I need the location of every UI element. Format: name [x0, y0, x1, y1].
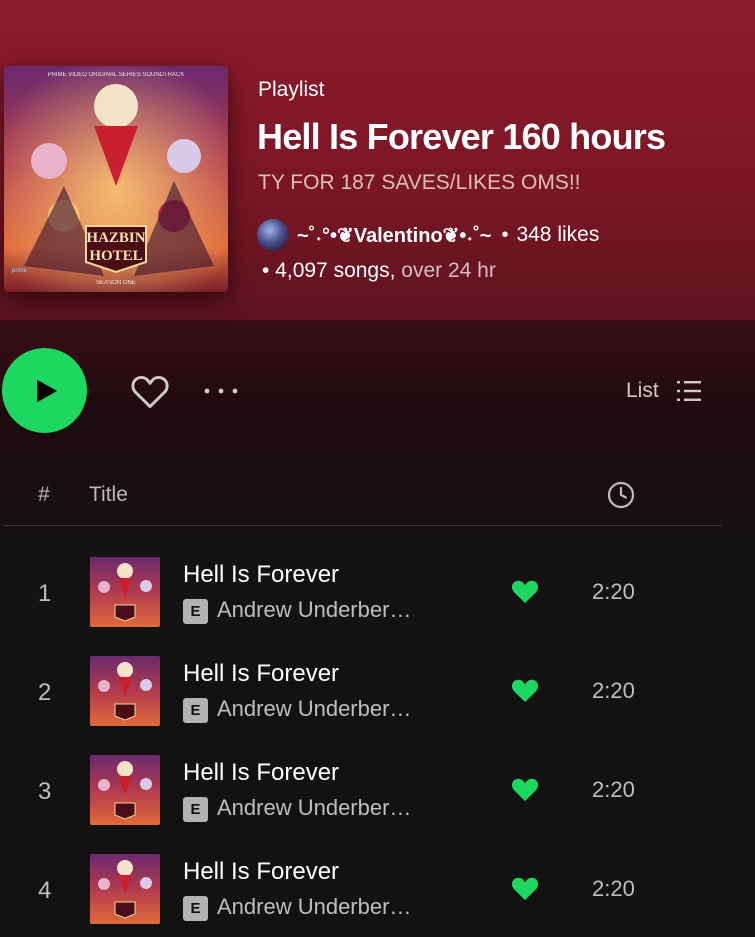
likes-count: 348 likes: [516, 223, 600, 246]
explicit-badge: E: [183, 599, 208, 624]
songs-count: • 4,097 songs,: [262, 259, 396, 282]
track-album-art: [90, 557, 160, 627]
track-number: 2: [38, 679, 52, 706]
track-duration: 2:20: [592, 777, 635, 802]
track-row[interactable]: 1 Hell Is Forever E Andrew Underber… 2:20: [0, 557, 755, 647]
explicit-badge: E: [183, 896, 208, 921]
total-duration: over 24 hr: [395, 259, 496, 282]
track-artist-link[interactable]: Andrew Underber…: [217, 597, 411, 623]
liked-heart-icon[interactable]: [508, 773, 542, 805]
track-title[interactable]: Hell Is Forever: [183, 858, 339, 886]
save-to-library-button[interactable]: [128, 369, 172, 413]
track-number: 1: [38, 580, 52, 607]
play-icon: [36, 379, 57, 402]
explicit-badge: E: [183, 698, 208, 723]
playlist-type-label: Playlist: [258, 78, 325, 101]
list-view-icon: [676, 381, 701, 401]
cover-logo-line1: HAZBIN: [86, 230, 145, 246]
track-duration: 2:20: [592, 876, 635, 901]
playlist-owner-row: ~˚˖°•❦Valentino❦•˖˚~ • 348 likes: [257, 217, 599, 253]
owner-avatar[interactable]: [257, 219, 289, 251]
track-number: 3: [38, 778, 52, 805]
track-row[interactable]: 3 Hell Is Forever E Andrew Underber… 2:20: [0, 755, 755, 845]
playlist-title: Hell Is Forever 160 hours: [257, 116, 666, 157]
clock-icon: [607, 481, 635, 509]
meta-separator: •: [501, 223, 509, 246]
heart-outline-icon: [131, 375, 169, 409]
cover-logo-line2: HOTEL: [89, 248, 142, 264]
liked-heart-icon[interactable]: [508, 872, 542, 904]
track-duration: 2:20: [592, 678, 635, 703]
track-album-art: [90, 854, 160, 924]
cover-prime-badge: prime: [12, 268, 28, 274]
play-button[interactable]: [2, 348, 87, 433]
cover-top-text: PRIME VIDEO ORIGINAL SERIES SOUNDTRACK: [48, 72, 185, 78]
track-number: 4: [38, 877, 52, 904]
songs-summary: • 4,097 songs, over 24 hr: [262, 259, 496, 283]
track-title[interactable]: Hell Is Forever: [183, 759, 339, 787]
liked-heart-icon[interactable]: [508, 674, 542, 706]
track-row[interactable]: 2 Hell Is Forever E Andrew Underber… 2:20: [0, 656, 755, 746]
more-options-button[interactable]: [200, 378, 242, 404]
more-horizontal-icon: [204, 388, 238, 394]
track-album-art: [90, 755, 160, 825]
cover-bottom-text: SEASON ONE: [96, 280, 136, 286]
track-album-art: [90, 656, 160, 726]
track-title[interactable]: Hell Is Forever: [183, 660, 339, 688]
track-artist-link[interactable]: Andrew Underber…: [217, 696, 411, 722]
column-header-title[interactable]: Title: [89, 483, 128, 507]
playlist-cover-art[interactable]: PRIME VIDEO ORIGINAL SERIES SOUNDTRACK H…: [4, 66, 228, 292]
track-artist-link[interactable]: Andrew Underber…: [217, 894, 411, 920]
track-row[interactable]: 4 Hell Is Forever E Andrew Underber… 2:20: [0, 854, 755, 937]
view-mode-label: List: [626, 379, 659, 402]
view-mode-button[interactable]: List: [626, 374, 703, 408]
owner-name-link[interactable]: ~˚˖°•❦Valentino❦•˖˚~: [297, 223, 491, 248]
header-divider: [4, 525, 722, 526]
track-artist-link[interactable]: Andrew Underber…: [217, 795, 411, 821]
explicit-badge: E: [183, 797, 208, 822]
playlist-page: PRIME VIDEO ORIGINAL SERIES SOUNDTRACK H…: [0, 0, 755, 937]
liked-heart-icon[interactable]: [508, 575, 542, 607]
playlist-description: TY FOR 187 SAVES/LIKES OMS!!: [258, 171, 581, 194]
track-title[interactable]: Hell Is Forever: [183, 561, 339, 589]
column-header-duration[interactable]: [606, 480, 636, 510]
track-duration: 2:20: [592, 579, 635, 604]
column-header-number: #: [38, 483, 50, 506]
